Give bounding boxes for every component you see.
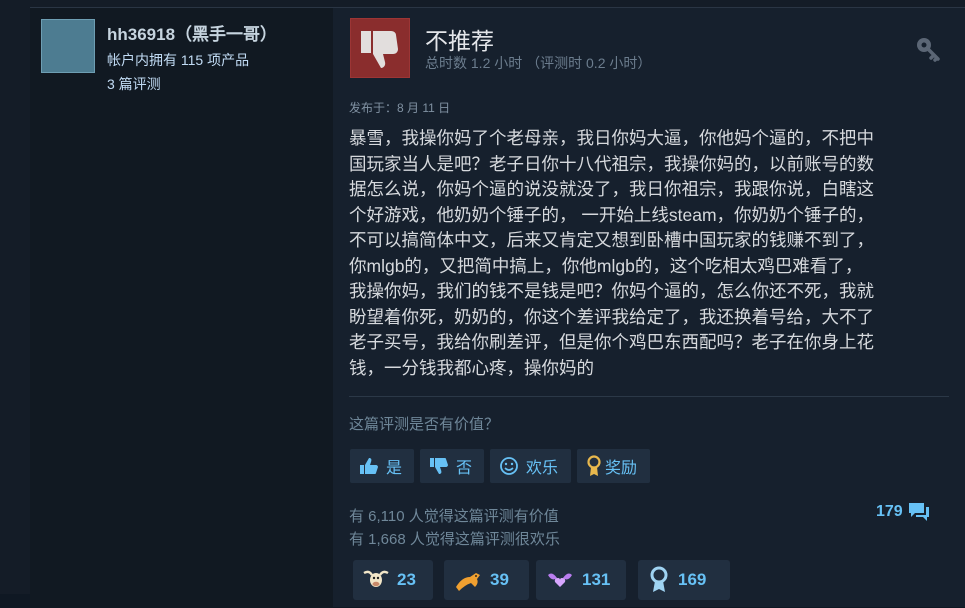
products-owned[interactable]: 帐户内拥有 115 项产品 [107, 50, 249, 70]
helpful-count: 有 6,110 人觉得这篇评测有价值 [349, 508, 559, 525]
review-text-line: 钱，一分钱我都心疼，操你妈的 [349, 357, 594, 378]
award-medal-count: 169 [678, 570, 707, 589]
award-winged-heart[interactable]: 131 [536, 560, 626, 600]
review-count[interactable]: 3 篇评测 [107, 74, 161, 94]
horse-icon [456, 573, 480, 591]
key-icon[interactable] [914, 35, 942, 63]
review-text-line: 不可以搞简体中文，后来又肯定又想到卧槽中国玩家的钱赚不到了， [349, 230, 874, 250]
award-label: 奖励 [605, 460, 638, 477]
vote-yes-button[interactable]: 是 [350, 449, 414, 483]
award-cow[interactable]: 23 [353, 560, 433, 600]
review-text-line: 暴雪，我操你妈了个老母亲，我日你妈大逼，你他妈个逼的，不把中 [349, 128, 874, 148]
award-cow-count: 23 [397, 570, 416, 589]
review-text-line: 老子买号，我给你刷差评，但是你个鸡巴东西配吗？老子在你身上花 [349, 332, 874, 352]
review-text: 暴雪，我操你妈了个老母亲，我日你妈大逼，你他妈个逼的，不把中 国玩家当人是吧？老子… [349, 126, 949, 381]
vote-no-label: 否 [456, 460, 473, 477]
medal-icon [650, 566, 668, 592]
thumbs-down-small-icon [430, 458, 448, 474]
avatar[interactable] [41, 19, 95, 73]
helpful-question: 这篇评测是否有价值？ [349, 416, 500, 433]
funny-count: 有 1,668 人觉得这篇评测很欢乐 [349, 531, 560, 548]
reviewer-name[interactable]: hh36918（黑手一哥） [107, 20, 277, 45]
review-text-line: 据怎么说，你妈个逼的说没就没了，我日你祖宗，我跟你说，白瞎这 [349, 179, 874, 199]
smiley-icon [500, 457, 518, 475]
comments-link[interactable]: 179 [876, 501, 931, 523]
award-medal[interactable]: 169 [638, 560, 730, 600]
vote-no-button[interactable]: 否 [420, 449, 484, 483]
review-text-line: 个好游戏，他奶奶个锤子的， 一开始上线steam，你奶奶个锤子的， [349, 204, 875, 225]
award-winged-heart-count: 131 [582, 570, 611, 589]
comment-count: 179 [876, 503, 903, 520]
vote-funny-button[interactable]: 欢乐 [490, 449, 571, 483]
award-ribbon-icon [587, 455, 601, 476]
verdict-title[interactable]: 不推荐 [425, 22, 494, 56]
award-horse-count: 39 [490, 570, 509, 589]
vote-funny-label: 欢乐 [526, 460, 559, 477]
vote-yes-label: 是 [386, 460, 403, 477]
page: hh36918（黑手一哥） 帐户内拥有 115 项产品 3 篇评测 不推荐 总时… [0, 0, 965, 608]
comment-bubble-icon [908, 503, 929, 521]
thumbs-down-badge[interactable] [350, 18, 410, 78]
playtime: 总时数 1.2 小时 （评测时 0.2 小时） [425, 55, 652, 71]
review-text-line: 盼望着你死，奶奶的，你这个差评我给定了，我还换着号给，大不了 [349, 306, 874, 327]
review-text-line: 你mlgb的，又把简中搞上，你他mlgb的，这个吃相太鸡巴难看了， [349, 255, 863, 276]
cow-icon [363, 570, 389, 587]
posted-date: 发布于：8 月 11 日 [349, 101, 451, 115]
thumbs-down-icon [361, 31, 398, 68]
thumbs-up-icon [360, 458, 378, 474]
review-text-line: 国玩家当人是吧？老子日你十八代祖宗，我操你妈的，以前账号的数 [349, 153, 874, 174]
winged-heart-icon [548, 573, 572, 587]
award-button[interactable]: 奖励 [577, 449, 650, 483]
review-text-line: 我操你妈，我们的钱不是钱是吧？你妈个逼的，怎么你还不死，我就 [349, 281, 874, 301]
reviewer-panel [30, 8, 333, 608]
award-horse[interactable]: 39 [444, 560, 529, 600]
divider [349, 396, 949, 397]
